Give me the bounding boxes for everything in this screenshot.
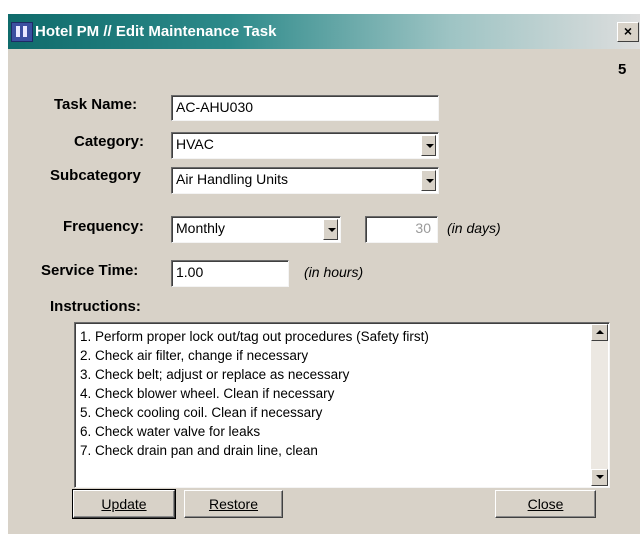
task-name-value: AC-AHU030 xyxy=(176,99,254,115)
instruction-line: 3. Check belt; adjust or replace as nece… xyxy=(80,367,350,382)
update-button-label: Update xyxy=(101,496,147,512)
subcategory-value: Air Handling Units xyxy=(176,171,289,187)
close-button-label: Close xyxy=(527,496,564,512)
chevron-down-icon[interactable] xyxy=(421,170,436,191)
instruction-line: 7. Check drain pan and drain line, clean xyxy=(80,443,318,458)
hours-unit-note: (in hours) xyxy=(304,264,364,280)
instruction-line: 6. Check water valve for leaks xyxy=(80,424,261,439)
chevron-down-icon[interactable] xyxy=(323,219,338,240)
task-name-input[interactable]: AC-AHU030 xyxy=(171,95,439,121)
category-dropdown[interactable]: HVAC xyxy=(171,132,439,159)
instructions-label: Instructions: xyxy=(50,298,141,315)
subcategory-dropdown[interactable]: Air Handling Units xyxy=(171,167,439,194)
instructions-textarea[interactable]: 1. Perform proper lock out/tag out proce… xyxy=(74,322,610,488)
frequency-dropdown[interactable]: Monthly xyxy=(171,216,341,243)
frequency-days-input: 30 xyxy=(365,216,438,243)
restore-button-label: Restore xyxy=(208,496,259,512)
frequency-days-value: 30 xyxy=(415,220,431,236)
title-bar[interactable]: Hotel PM // Edit Maintenance Task × xyxy=(8,14,640,49)
days-unit-note: (in days) xyxy=(447,220,501,236)
hotel-app-icon xyxy=(11,22,33,42)
service-time-label: Service Time: xyxy=(41,262,139,279)
instruction-line: 1. Perform proper lock out/tag out proce… xyxy=(80,329,429,344)
instructions-lines: 1. Perform proper lock out/tag out proce… xyxy=(80,327,429,460)
frequency-label: Frequency: xyxy=(63,218,144,235)
service-time-value: 1.00 xyxy=(176,264,204,280)
instructions-scrollbar[interactable] xyxy=(591,324,608,486)
category-value: HVAC xyxy=(176,136,214,152)
edit-task-window: Hotel PM // Edit Maintenance Task × 5 Ta… xyxy=(7,13,640,534)
update-button[interactable]: Update xyxy=(72,489,176,519)
instruction-line: 5. Check cooling coil. Clean if necessar… xyxy=(80,405,323,420)
task-name-label: Task Name: xyxy=(54,96,138,113)
scroll-up-icon[interactable] xyxy=(591,324,608,341)
restore-button[interactable]: Restore xyxy=(184,490,283,518)
close-icon[interactable]: × xyxy=(617,22,639,42)
instruction-line: 2. Check air filter, change if necessary xyxy=(80,348,309,363)
window-title: Hotel PM // Edit Maintenance Task xyxy=(35,23,277,40)
frequency-value: Monthly xyxy=(176,220,226,236)
category-label: Category: xyxy=(74,133,145,150)
record-number: 5 xyxy=(618,61,627,78)
scroll-down-icon[interactable] xyxy=(591,469,608,486)
service-time-input[interactable]: 1.00 xyxy=(171,260,289,287)
instruction-line: 4. Check blower wheel. Clean if necessar… xyxy=(80,386,335,401)
chevron-down-icon[interactable] xyxy=(421,135,436,156)
subcategory-label: Subcategory xyxy=(50,167,141,184)
close-button[interactable]: Close xyxy=(495,490,596,518)
